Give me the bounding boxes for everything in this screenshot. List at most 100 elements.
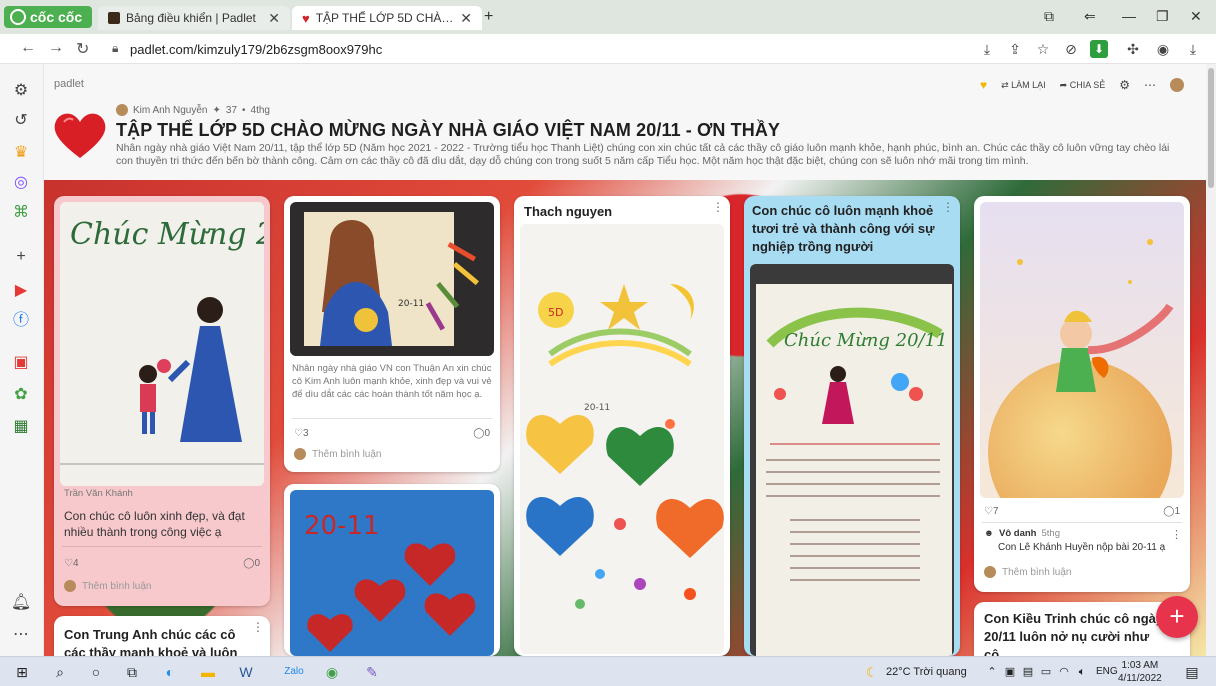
extensions-icon[interactable]: ✣ xyxy=(1124,40,1142,58)
page-scrollbar[interactable] xyxy=(1206,64,1216,656)
clock-time: 1:03 AM xyxy=(1121,660,1159,671)
paint-icon[interactable]: ✎ xyxy=(362,662,382,682)
comment-count[interactable]: ◯1 xyxy=(1163,506,1180,517)
lock-icon[interactable]: 🔒︎ xyxy=(112,41,118,56)
forward-icon[interactable]: → xyxy=(48,39,64,57)
post-card[interactable]: ⋮ Con chúc cô luôn mạnh khoẻ tươi trẻ và… xyxy=(744,196,960,656)
minimize-icon[interactable]: — xyxy=(1122,8,1136,24)
file-explorer-icon[interactable]: ▬ xyxy=(198,662,218,682)
windows-taskbar: ⊞ ⌕ ○ ⧉ ◐ ▬ W Zalo ◉ ✎ ☾ 22°C Trời quang… xyxy=(0,656,1216,686)
comment-count[interactable]: ◯0 xyxy=(473,428,490,439)
back-icon[interactable]: ← xyxy=(20,39,36,57)
tab-padlet-dashboard[interactable]: Bảng điều khiển | Padlet ✕ xyxy=(98,6,290,30)
maximize-icon[interactable]: ❐ xyxy=(1156,8,1169,25)
post-menu-icon[interactable]: ⋮ xyxy=(712,200,724,214)
close-window-icon[interactable]: ✕ xyxy=(1190,8,1202,25)
close-icon[interactable]: ✕ xyxy=(460,10,472,27)
tray-zalo-icon[interactable]: ▤ xyxy=(1018,662,1038,682)
edge-icon[interactable]: ◐ xyxy=(160,662,180,682)
notification-bell-icon[interactable]: 🔔︎ xyxy=(10,592,32,614)
post-image[interactable]: 20-11 xyxy=(290,490,494,656)
post-card[interactable]: ⋮ xyxy=(974,196,1190,592)
bookmark-star-icon[interactable]: ☆ xyxy=(1034,40,1052,58)
battery-icon[interactable]: ▭ xyxy=(1036,662,1056,682)
share-button[interactable]: ➦ CHIA SẺ xyxy=(1060,80,1106,91)
wifi-icon[interactable]: ◠ xyxy=(1054,662,1074,682)
download-page-icon[interactable]: ⤓ xyxy=(978,40,996,58)
facebook-icon[interactable]: ⓕ xyxy=(10,310,32,332)
crown-icon[interactable]: ♛ xyxy=(10,142,32,164)
new-tab-icon[interactable]: + xyxy=(484,8,493,26)
post-image[interactable]: Chúc Mừng 20-11 xyxy=(60,202,264,486)
add-icon[interactable]: + xyxy=(10,246,32,268)
post-card[interactable]: ⋮ Con Trung Anh chúc các cô các thầy mạn… xyxy=(54,616,270,656)
history-icon[interactable]: ↺ xyxy=(10,110,32,132)
tray-app-icon[interactable]: ▣ xyxy=(1000,662,1020,682)
post-card[interactable]: ⋮ 20-11 Nhân ngày nhà giáo VN con Thuận … xyxy=(284,196,500,472)
post-menu-icon[interactable]: ⋮ xyxy=(942,200,954,214)
word-icon[interactable]: W xyxy=(236,662,256,682)
reload-icon[interactable]: ↻ xyxy=(76,39,89,59)
post-card[interactable]: ⋮ 20-11 xyxy=(284,484,500,656)
extension-green-icon[interactable]: ✿ xyxy=(10,384,32,406)
board-description: Nhân ngày nhà giáo Việt Nam 20/11, tập t… xyxy=(116,142,1170,167)
downloads-icon[interactable]: ⤓ xyxy=(1184,40,1202,58)
volume-icon[interactable]: 🔈︎ xyxy=(1072,662,1092,682)
notifications-icon[interactable]: ▤ xyxy=(1182,662,1202,682)
add-comment[interactable]: Thêm bình luận xyxy=(294,448,382,460)
profile-icon[interactable]: ◉ xyxy=(1154,40,1172,58)
post-menu-icon[interactable]: ⋮ xyxy=(252,620,264,634)
comment-menu-icon[interactable]: ⋮ xyxy=(1171,528,1182,541)
reading-mode-icon[interactable]: ⧉ xyxy=(1044,8,1054,25)
scrollbar-thumb[interactable] xyxy=(1208,68,1214,188)
task-view-icon[interactable]: ⧉ xyxy=(122,662,142,682)
more-icon[interactable]: ⋯ xyxy=(10,624,32,646)
cortana-icon[interactable]: ○ xyxy=(86,662,106,682)
youtube-icon[interactable]: ▶ xyxy=(10,280,32,302)
add-comment[interactable]: Thêm bình luận xyxy=(64,580,152,592)
author-name[interactable]: Kim Anh Nguyễn xyxy=(133,105,208,116)
zalo-icon[interactable]: Zalo xyxy=(284,662,304,682)
post-image[interactable]: 20-11 xyxy=(290,202,494,356)
close-icon[interactable]: ✕ xyxy=(268,10,280,27)
points-count: 37 xyxy=(225,104,238,116)
add-comment[interactable]: Thêm bình luận xyxy=(984,566,1072,578)
weather-text[interactable]: 22°C Trời quang xyxy=(886,666,967,678)
game-icon[interactable]: ⌘ xyxy=(10,202,32,224)
back-arrow-icon[interactable]: ⇐ xyxy=(1084,8,1096,25)
download-extension-icon[interactable]: ⬇ xyxy=(1090,40,1108,58)
post-card[interactable]: ⋮ Thach nguyen 5D 20-11 xyxy=(514,196,730,656)
post-image[interactable]: 5D 20-11 xyxy=(520,224,724,654)
remake-icon: ⇄ xyxy=(1001,79,1012,90)
post-image[interactable] xyxy=(980,202,1184,498)
windows-start-icon[interactable]: ⊞ xyxy=(12,662,32,682)
post-card[interactable]: ⋮ Chúc Mừng 20-11 Trần Văn Khánh Con chú… xyxy=(54,196,270,606)
add-post-button[interactable]: + xyxy=(1156,596,1198,638)
comment-text: Con Lê Khánh Huyền nộp bài 20-11 ạ xyxy=(998,542,1166,553)
sheet-icon[interactable]: ▦ xyxy=(10,416,32,438)
input-language[interactable]: ENG xyxy=(1096,666,1118,677)
like-heart-icon[interactable]: ♥ xyxy=(980,78,987,92)
padlet-brand[interactable]: padlet xyxy=(54,78,84,90)
more-options-icon[interactable]: ⋯ xyxy=(1144,78,1156,92)
post-image[interactable]: Chúc Mừng 20/11 xyxy=(750,264,954,656)
browser-logo[interactable]: cốc cốc xyxy=(4,6,92,28)
tray-chevron-icon[interactable]: ⌃ xyxy=(982,662,1002,682)
messenger-icon[interactable]: ◎ xyxy=(10,172,32,194)
tab-padlet-board[interactable]: ♥ TẬP THỂ LỚP 5D CHÀO MỪNG ✕ xyxy=(292,6,482,30)
coccoc-taskbar-icon[interactable]: ◉ xyxy=(322,662,342,682)
clock[interactable]: 1:03 AM 4/11/2022 xyxy=(1118,659,1162,685)
search-icon[interactable]: ⌕ xyxy=(50,662,70,682)
adblock-icon[interactable]: ⊘ xyxy=(1062,40,1080,58)
like-button[interactable]: ♡4 xyxy=(64,558,79,569)
settings-icon[interactable]: ⚙ xyxy=(10,80,32,102)
like-button[interactable]: ♡3 xyxy=(294,428,309,439)
user-avatar[interactable] xyxy=(1170,78,1184,92)
comment-count[interactable]: ◯0 xyxy=(243,558,260,569)
like-button[interactable]: ♡7 xyxy=(984,506,999,517)
calendar-icon[interactable]: ▣ xyxy=(10,352,32,374)
remake-button[interactable]: ⇄ LÀM LẠI xyxy=(1001,80,1046,91)
settings-gear-icon[interactable]: ⚙ xyxy=(1119,78,1130,92)
share-icon[interactable]: ⇪ xyxy=(1006,40,1024,58)
url-field[interactable]: padlet.com/kimzuly179/2b6zsgm8oox979hc xyxy=(130,42,382,57)
